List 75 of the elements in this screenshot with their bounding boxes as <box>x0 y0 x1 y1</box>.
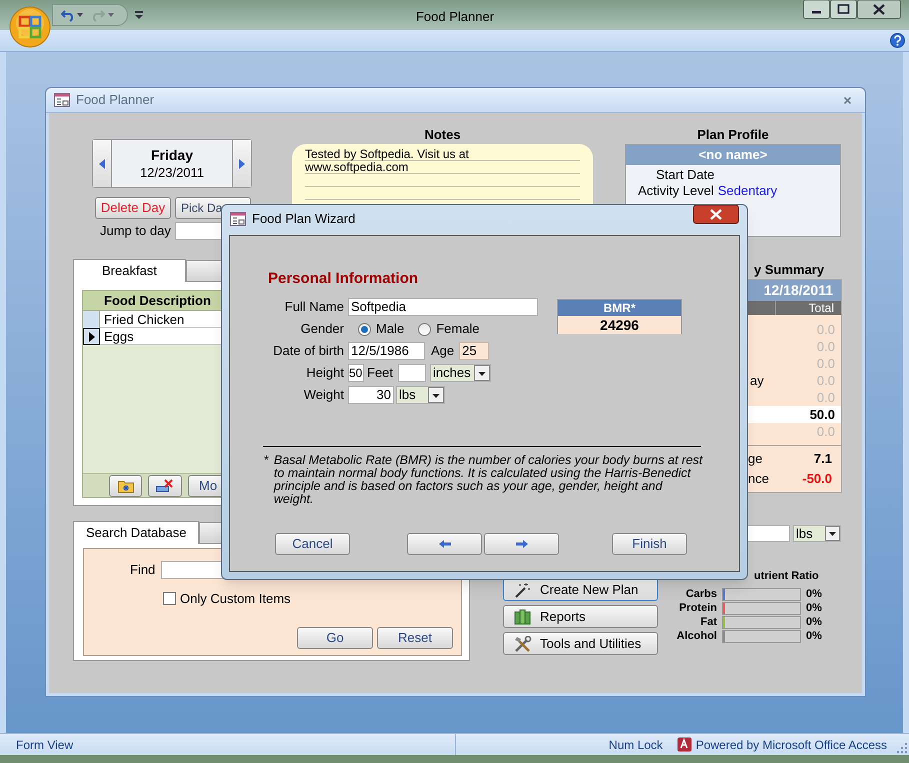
bmr-value: 24296 <box>558 316 681 334</box>
search-button[interactable]: Go <box>297 627 373 649</box>
row-label: ge <box>747 450 762 468</box>
field-label: Date of birth <box>272 342 345 360</box>
profile-field-value[interactable]: Sedentary <box>718 183 778 198</box>
checkbox-label: Only Custom Items <box>180 590 291 608</box>
field-label: Height <box>305 364 345 382</box>
tab[interactable]: Breakfast <box>73 259 186 282</box>
day-date: 12/23/2011 <box>140 164 204 182</box>
form-title: Food Planner <box>76 91 156 110</box>
wizard-button[interactable]: Cancel <box>275 533 350 555</box>
nutrient-value: 0% <box>805 628 822 644</box>
footnote-mark: * <box>264 454 269 469</box>
table-cell-text: Eggs <box>103 328 134 344</box>
find-label: Find <box>130 561 156 579</box>
day-button[interactable]: Delete Day <box>95 197 171 219</box>
action-button[interactable]: Tools and Utilities <box>503 632 658 655</box>
row-label: ay <box>749 372 764 390</box>
jump-to-day-label: Jump to day <box>100 222 171 240</box>
footnote-text: Basal Metabolic Rate (BMR) is the number of calories your body burns at rest to maintain normal body functions. It is calculated using the Harris-Benedict principle and is based on factors such as your age, gender, height and weight. <box>274 454 704 506</box>
radio-label: Female <box>436 320 480 338</box>
field-label: Full Name <box>284 298 345 316</box>
day-name: Friday <box>150 146 193 164</box>
nutrient-value: 0% <box>805 586 822 602</box>
plan-profile-title: Plan Profile <box>697 126 769 143</box>
note-line: Tested by Softpedia. Visit us at <box>305 148 580 161</box>
section-heading: Personal Information <box>268 269 418 289</box>
row-value: 0.0 <box>816 422 836 441</box>
field-label: Weight <box>302 386 345 404</box>
search-button[interactable]: Reset <box>377 627 453 649</box>
summary-title: y Summary <box>754 261 824 279</box>
row-value: 50.0 <box>810 406 836 424</box>
age-field: 25 <box>459 342 490 360</box>
action-button[interactable]: Reports <box>503 605 658 628</box>
window-title: Food Planner <box>414 8 496 26</box>
row-value: 0.0 <box>816 320 836 339</box>
bmr-label: BMR* <box>558 300 681 316</box>
nutrient-value: 0% <box>805 600 822 616</box>
column-header: Food Description <box>103 292 211 310</box>
field-label: Gender <box>300 320 345 338</box>
row-value: 0.0 <box>816 388 836 407</box>
input-field[interactable]: Softpedia <box>348 298 538 316</box>
nutrient-label: Alcohol <box>676 628 718 644</box>
column-header: Total <box>808 301 835 315</box>
nutrient-label: Fat <box>700 614 718 630</box>
profile-field-label: Activity Level <box>638 183 714 198</box>
row-value: -50.0 <box>802 470 832 488</box>
status-indicator: Num Lock <box>608 736 663 754</box>
nutrient-label: Carbs <box>684 586 718 602</box>
input-field[interactable]: 12/5/1986 <box>348 342 425 360</box>
field-label: Age <box>431 342 454 360</box>
row-value: 7.1 <box>814 450 832 468</box>
table-cell-text: Fried Chicken <box>103 311 184 327</box>
nutrient-ratio-title: utrient Ratio <box>754 569 819 584</box>
input-field[interactable]: 30 <box>348 386 394 404</box>
tab[interactable]: Search Database <box>73 521 200 544</box>
unit-dropdown[interactable]: lbs <box>793 525 841 542</box>
action-button[interactable]: Create New Plan <box>503 578 658 601</box>
row-value: 0.0 <box>816 354 836 373</box>
unit-dropdown[interactable]: lbs <box>396 386 445 404</box>
field-label: Feet <box>367 364 394 382</box>
nutrient-value: 0% <box>805 614 822 630</box>
input-field[interactable]: 50 <box>348 364 364 382</box>
row-label: nce <box>747 470 769 488</box>
radio-label: Male <box>376 320 404 338</box>
nutrient-label: Protein <box>678 600 718 616</box>
profile-name: <no name> <box>626 145 840 165</box>
row-value: 0.0 <box>816 372 836 390</box>
note-line: www.softpedia.com <box>305 161 580 174</box>
powered-by-text: Powered by Microsoft Office Access <box>696 736 887 754</box>
row-value: 0.0 <box>816 338 836 356</box>
unit-dropdown[interactable]: inches <box>430 364 492 382</box>
profile-field-label: Start Date <box>656 167 715 182</box>
wizard-button[interactable]: Finish <box>612 533 687 555</box>
notes-title: Notes <box>424 126 461 143</box>
